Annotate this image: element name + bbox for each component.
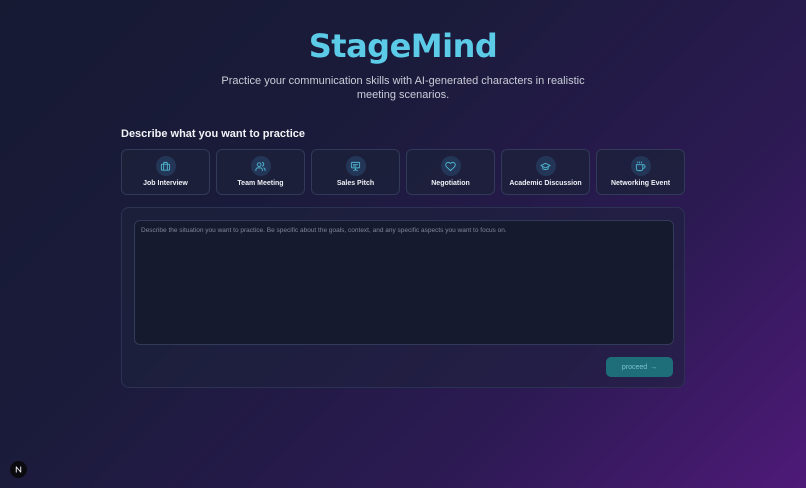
scenario-label: Networking Event — [610, 180, 671, 187]
tagline: Practice your communication skills with … — [221, 75, 585, 101]
scenario-label: Job Interview — [143, 180, 188, 187]
scenario-card-negotiation[interactable]: Negotiation — [406, 149, 495, 195]
scenario-label: Negotiation — [431, 180, 470, 187]
presentation-icon — [345, 156, 366, 176]
description-textarea[interactable] — [134, 220, 674, 345]
app-title: StageMind — [308, 27, 498, 65]
scenario-label: Team Meeting — [237, 180, 284, 187]
scenario-card-sales-pitch[interactable]: Sales Pitch — [311, 149, 400, 195]
arrow-right-icon: → — [650, 363, 658, 371]
scenario-card-job-interview[interactable]: Job Interview — [121, 149, 210, 195]
nextjs-dev-icon[interactable] — [10, 461, 27, 478]
scenario-card-networking-event[interactable]: Networking Event — [596, 149, 685, 195]
scenario-label: Academic Discussion — [509, 180, 582, 187]
proceed-label: proceed — [621, 363, 648, 371]
section-title: Describe what you want to practice — [121, 128, 305, 140]
description-panel: proceed → — [121, 207, 685, 388]
briefcase-icon — [155, 156, 176, 176]
coffee-icon — [630, 156, 651, 176]
scenario-cards: Job Interview Team Meeting Sales Pitch N… — [121, 149, 685, 195]
users-icon — [250, 156, 271, 176]
scenario-card-academic-discussion[interactable]: Academic Discussion — [501, 149, 590, 195]
scenario-label: Sales Pitch — [336, 180, 375, 187]
hero: StageMind Practice your communication sk… — [0, 26, 806, 102]
heart-icon — [440, 156, 461, 176]
proceed-button[interactable]: proceed → — [606, 357, 673, 377]
graduation-cap-icon — [535, 156, 556, 176]
scenario-card-team-meeting[interactable]: Team Meeting — [216, 149, 305, 195]
